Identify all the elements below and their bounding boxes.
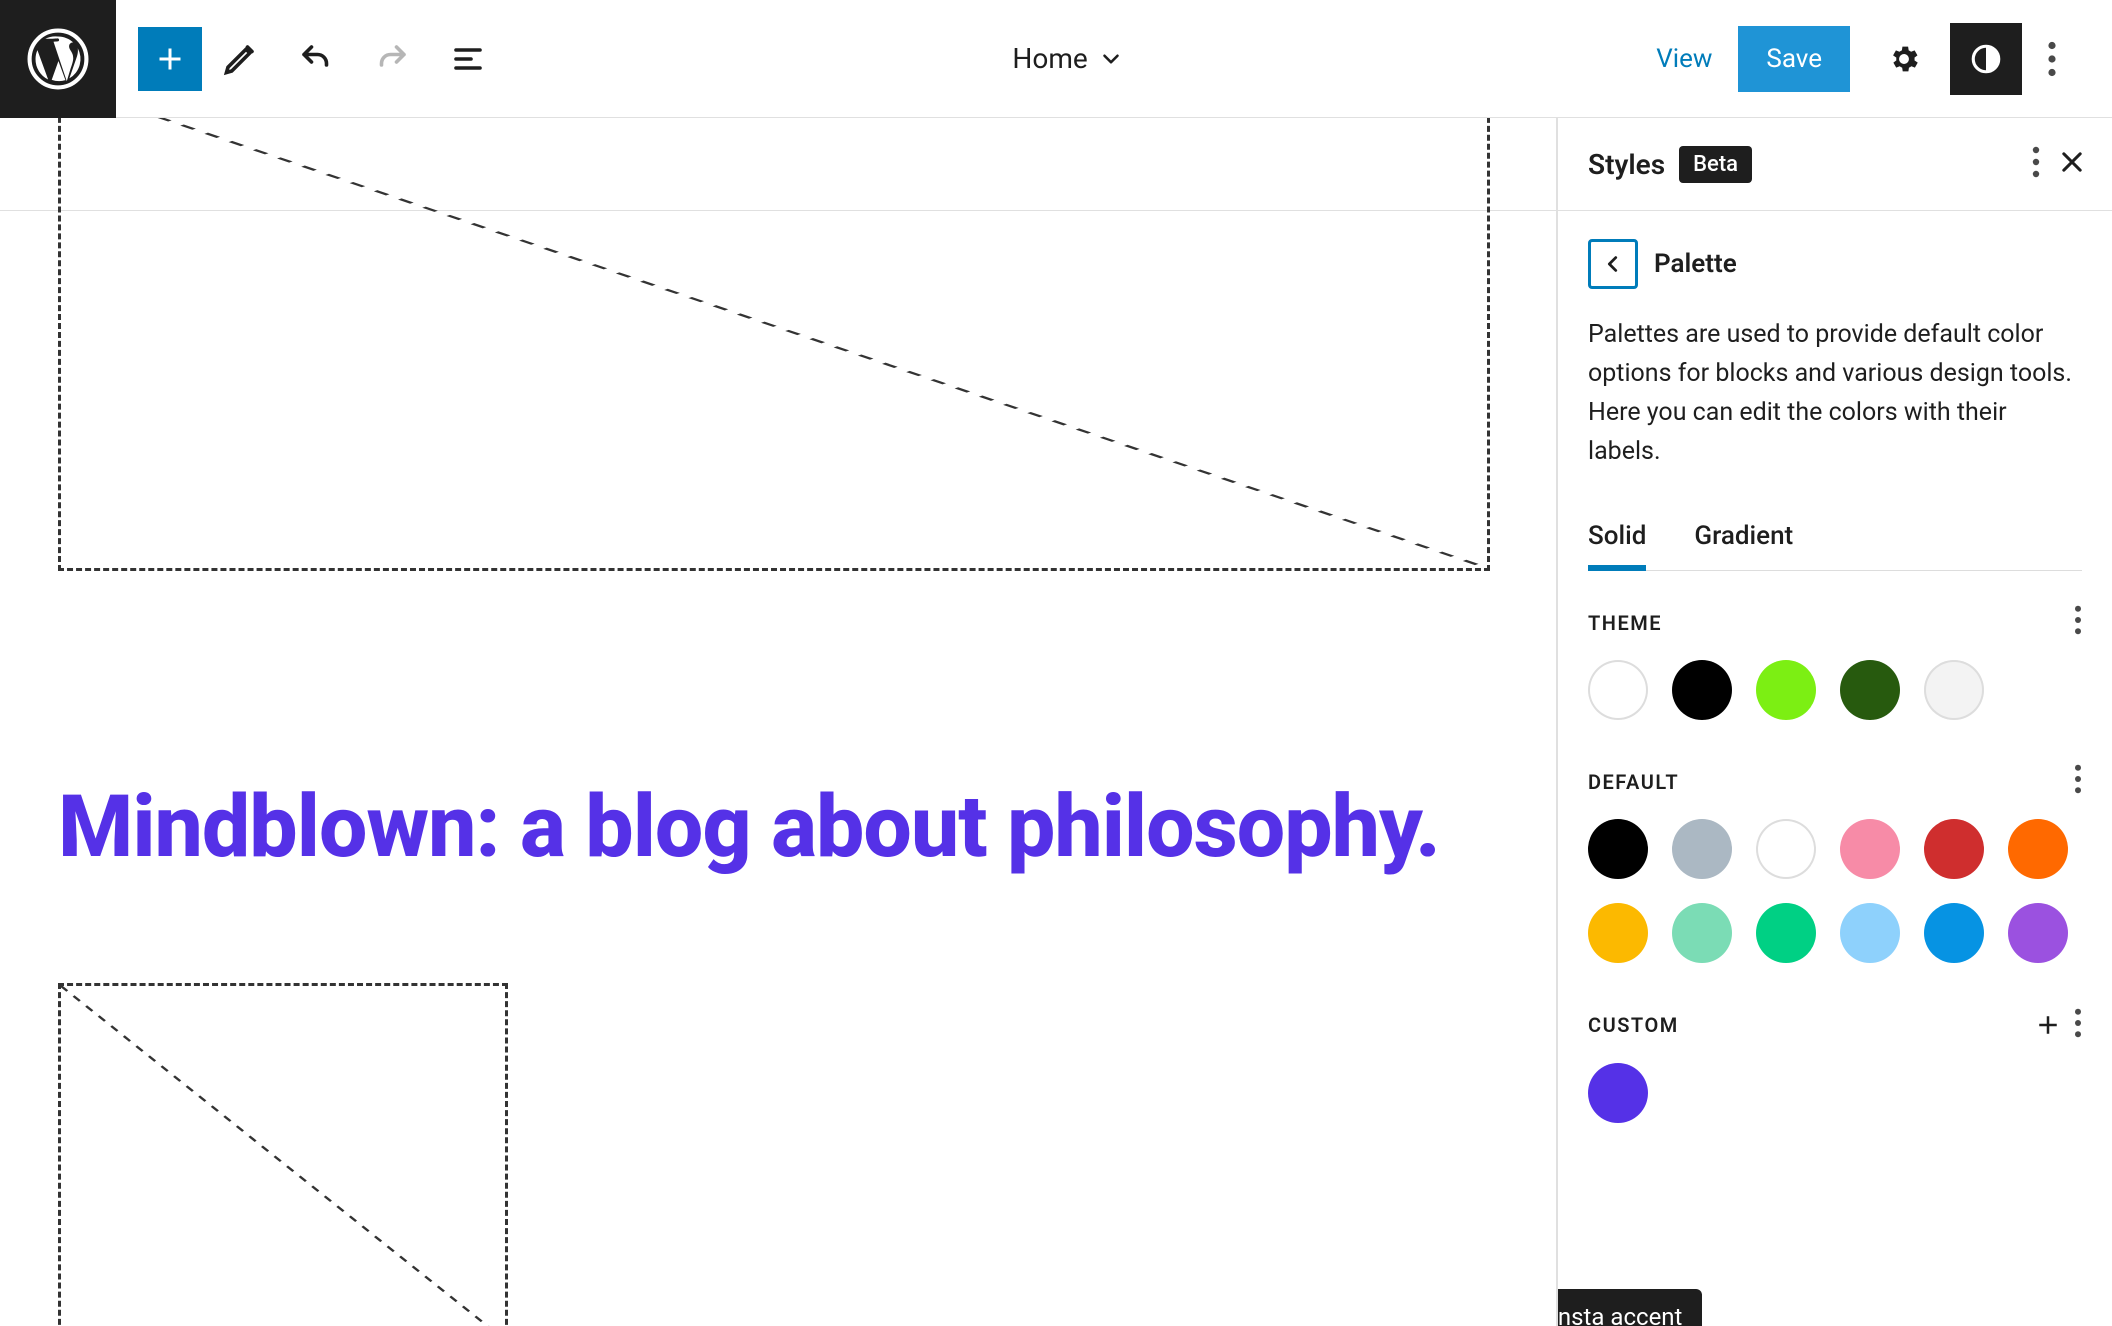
page-name: Home	[1012, 42, 1087, 75]
color-swatch[interactable]	[1756, 903, 1816, 963]
color-swatch[interactable]	[1588, 903, 1648, 963]
image-placeholder-large[interactable]	[58, 118, 1490, 571]
redo-icon	[374, 41, 410, 77]
color-swatch[interactable]	[1588, 660, 1648, 720]
sidebar-title: Styles	[1588, 148, 1665, 181]
group-title-default: DEFAULT	[1588, 770, 1679, 794]
add-custom-color-button[interactable]	[2030, 1007, 2066, 1043]
undo-icon	[298, 41, 334, 77]
dots-vertical-icon	[2074, 605, 2082, 635]
blog-heading[interactable]: Mindblown: a blog about philosophy.	[58, 776, 1440, 877]
view-button[interactable]: View	[1630, 44, 1738, 74]
back-button[interactable]	[1588, 239, 1638, 289]
toolbar-left	[116, 27, 506, 91]
placeholder-diagonal-icon	[61, 986, 505, 1326]
sidebar-nav-label: Palette	[1654, 249, 1737, 279]
editor-toolbar: Home View Save	[0, 0, 2112, 118]
wordpress-icon	[27, 28, 89, 90]
toolbar-right: View Save	[1630, 23, 2112, 95]
color-swatch[interactable]	[1840, 903, 1900, 963]
swatch-tooltip: Kinsta accent	[1558, 1289, 1702, 1326]
custom-group-more-button[interactable]	[2074, 1008, 2082, 1043]
styles-sidebar: Styles Beta Palette Palettes are used to…	[1557, 118, 2112, 1326]
redo-button[interactable]	[354, 27, 430, 91]
more-options-button[interactable]	[2022, 41, 2082, 77]
sidebar-more-button[interactable]	[2032, 146, 2040, 183]
add-block-button[interactable]	[138, 27, 202, 91]
default-group-more-button[interactable]	[2074, 764, 2082, 799]
styles-button[interactable]	[1950, 23, 2022, 95]
color-swatch[interactable]	[1672, 819, 1732, 879]
color-swatch[interactable]	[1756, 819, 1816, 879]
color-swatch[interactable]	[1756, 660, 1816, 720]
color-swatch[interactable]	[1588, 819, 1648, 879]
plus-icon	[2033, 1010, 2063, 1040]
close-sidebar-button[interactable]	[2058, 148, 2086, 181]
color-swatch[interactable]	[1588, 1063, 1648, 1123]
styles-icon	[1969, 42, 2003, 76]
color-swatch[interactable]	[1840, 660, 1900, 720]
theme-group-more-button[interactable]	[2074, 605, 2082, 640]
plus-icon	[152, 41, 188, 77]
page-selector[interactable]: Home	[506, 42, 1630, 75]
image-placeholder-small[interactable]	[58, 983, 508, 1326]
chevron-down-icon	[1098, 46, 1124, 72]
group-title-custom: CUSTOM	[1588, 1013, 1679, 1037]
sidebar-nav: Palette	[1588, 239, 2082, 289]
color-swatch[interactable]	[1672, 660, 1732, 720]
color-swatch[interactable]	[1924, 903, 1984, 963]
document-overview-button[interactable]	[430, 27, 506, 91]
color-swatch[interactable]	[1840, 819, 1900, 879]
color-swatch[interactable]	[2008, 819, 2068, 879]
palette-tabs: Solid Gradient	[1588, 507, 2082, 571]
save-button[interactable]: Save	[1738, 26, 1850, 92]
settings-button[interactable]	[1868, 23, 1940, 95]
tab-solid[interactable]: Solid	[1588, 507, 1646, 571]
color-swatch[interactable]	[1924, 660, 1984, 720]
palette-group-custom: CUSTOM	[1588, 1007, 2082, 1123]
color-swatch[interactable]	[1924, 819, 1984, 879]
tab-gradient[interactable]: Gradient	[1694, 507, 1793, 570]
edit-tool-button[interactable]	[202, 27, 278, 91]
palette-description: Palettes are used to provide default col…	[1588, 315, 2082, 471]
pencil-icon	[222, 41, 258, 77]
undo-button[interactable]	[278, 27, 354, 91]
dots-vertical-icon	[2047, 41, 2057, 77]
dots-vertical-icon	[2032, 146, 2040, 178]
group-title-theme: THEME	[1588, 611, 1662, 635]
close-icon	[2058, 148, 2086, 176]
dots-vertical-icon	[2074, 1008, 2082, 1038]
color-swatch[interactable]	[2008, 903, 2068, 963]
beta-badge: Beta	[1679, 146, 1752, 183]
gear-icon	[1887, 42, 1921, 76]
editor-canvas[interactable]: Mindblown: a blog about philosophy.	[0, 118, 1557, 1326]
sidebar-header: Styles Beta	[1558, 118, 2112, 211]
palette-group-theme: THEME	[1588, 605, 2082, 720]
chevron-left-icon	[1602, 253, 1624, 275]
wordpress-logo[interactable]	[0, 0, 116, 118]
palette-group-default: DEFAULT	[1588, 764, 2082, 963]
list-view-icon	[450, 41, 486, 77]
placeholder-diagonal-icon	[61, 118, 1487, 568]
color-swatch[interactable]	[1672, 903, 1732, 963]
dots-vertical-icon	[2074, 764, 2082, 794]
